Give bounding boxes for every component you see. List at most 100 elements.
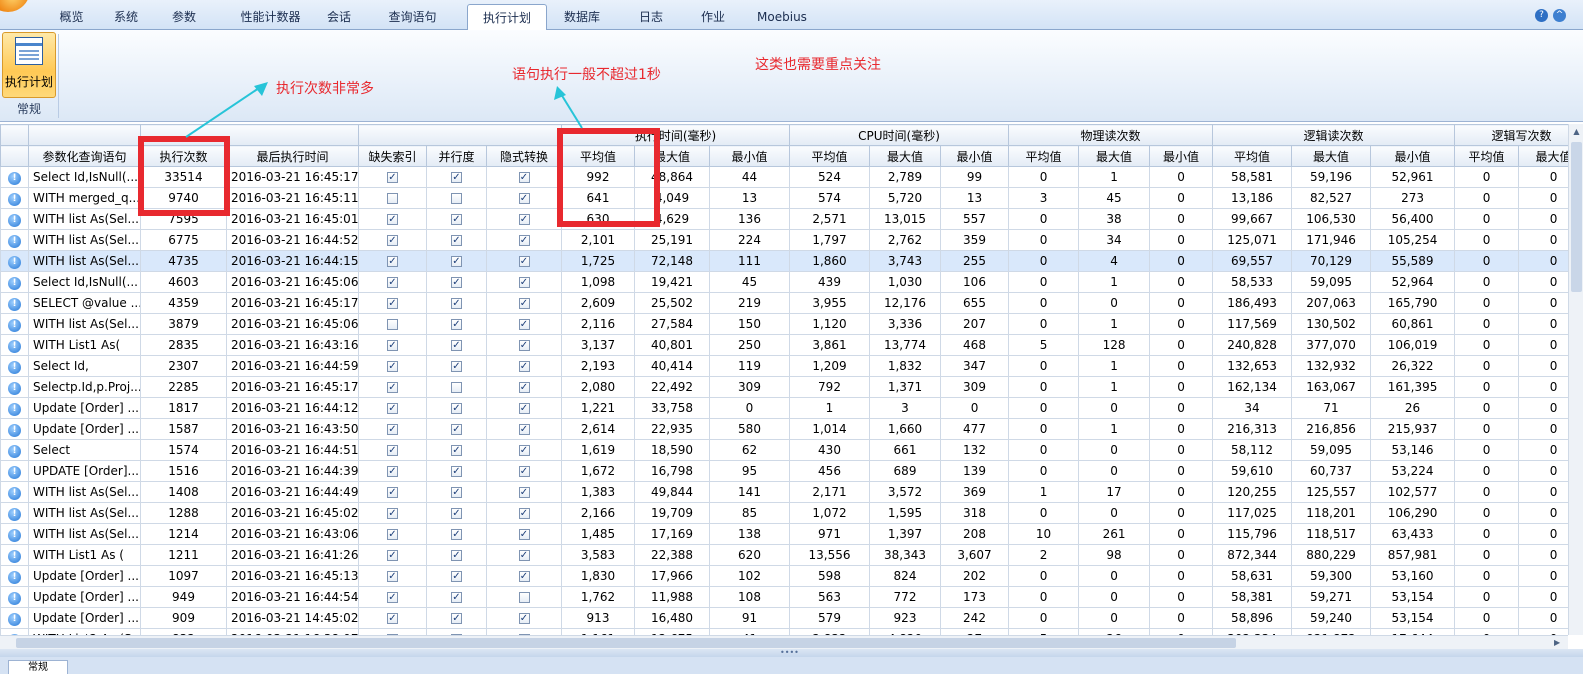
grid-cell[interactable]: 909: [140, 607, 227, 629]
checked-checkbox[interactable]: ✓: [387, 466, 398, 477]
grid-cell[interactable]: 2,609: [561, 292, 635, 314]
grid-cell[interactable]: Update [Order] ...: [28, 607, 141, 629]
tab-9[interactable]: 作业: [685, 6, 741, 30]
grid-cell[interactable]: 16,480: [634, 607, 710, 629]
grid-cell[interactable]: 53,154: [1370, 586, 1456, 608]
grid-cell[interactable]: 0: [1149, 166, 1214, 188]
checked-checkbox[interactable]: ✓: [387, 214, 398, 225]
grid-cell[interactable]: 1,072: [789, 502, 870, 524]
grid-cell[interactable]: 2285: [140, 376, 227, 398]
tab-0[interactable]: 概览: [44, 6, 99, 30]
grid-cell[interactable]: 59,240: [1291, 607, 1372, 629]
grid-cell[interactable]: 0: [1518, 397, 1568, 419]
checkbox-cell[interactable]: ✓: [486, 523, 562, 545]
grid-cell[interactable]: 17,169: [634, 523, 710, 545]
grid-cell[interactable]: 27,584: [634, 313, 710, 335]
info-icon[interactable]: !: [8, 172, 21, 185]
checkbox-cell[interactable]: ✓: [426, 544, 487, 566]
checked-checkbox[interactable]: ✓: [451, 592, 462, 603]
checkbox-cell[interactable]: ✓: [486, 313, 562, 335]
table-row[interactable]: ! WITH list As(Sel... 4735 2016-03-21 16:44…: [0, 250, 1568, 272]
grid-cell[interactable]: 0: [1454, 166, 1520, 188]
grid-cell[interactable]: 369: [939, 481, 1010, 503]
grid-cell[interactable]: 630: [561, 208, 635, 230]
grid-cell[interactable]: 574: [789, 187, 870, 209]
grid-cell[interactable]: 45: [1078, 187, 1151, 209]
grid-cell[interactable]: 824: [869, 565, 941, 587]
info-icon[interactable]: !: [8, 424, 21, 437]
grid-cell[interactable]: 1211: [140, 544, 227, 566]
column-header-13[interactable]: 最大值: [1078, 145, 1151, 167]
grid-cell[interactable]: 3,583: [561, 544, 635, 566]
grid-cell[interactable]: 240,828: [1212, 334, 1293, 356]
grid-cell[interactable]: 3,861: [789, 334, 870, 356]
grid-cell[interactable]: 0: [1518, 208, 1568, 230]
grid-cell[interactable]: 58,112: [1212, 439, 1293, 461]
table-row[interactable]: ! WITH List1 As(2835 2016-03-21 16:43:16 ✓ ✓…: [0, 334, 1568, 356]
checked-checkbox[interactable]: ✓: [451, 487, 462, 498]
grid-cell[interactable]: 0: [939, 397, 1010, 419]
grid-cell[interactable]: 118,517: [1291, 523, 1372, 545]
grid-cell[interactable]: 0: [1078, 586, 1151, 608]
grid-cell[interactable]: 3,743: [869, 250, 941, 272]
grid-cell[interactable]: WITH list As(Sel...: [28, 313, 141, 335]
checkbox-cell[interactable]: ✓: [486, 292, 562, 314]
checkbox-cell[interactable]: ✓: [486, 418, 562, 440]
grid-cell[interactable]: 0: [1518, 229, 1568, 251]
checkbox-cell[interactable]: [358, 313, 427, 335]
grid-cell[interactable]: 359: [939, 229, 1010, 251]
checkbox-cell[interactable]: ✓: [486, 229, 562, 251]
info-icon[interactable]: !: [8, 466, 21, 479]
grid-cell[interactable]: 106,019: [1370, 334, 1456, 356]
checkbox-cell[interactable]: ✓: [486, 355, 562, 377]
info-icon[interactable]: !: [8, 592, 21, 605]
grid-cell[interactable]: 99,667: [1212, 208, 1293, 230]
grid-cell[interactable]: 11,988: [634, 586, 710, 608]
grid-cell[interactable]: 207,063: [1291, 292, 1372, 314]
checked-checkbox[interactable]: ✓: [451, 550, 462, 561]
grid-cell[interactable]: 53,160: [1370, 565, 1456, 587]
column-header-9[interactable]: 平均值: [789, 145, 870, 167]
grid-cell[interactable]: 2016-03-21 16:44:54: [226, 586, 359, 608]
checkbox-cell[interactable]: ✓: [426, 355, 487, 377]
grid-cell[interactable]: 2016-03-21 16:44:49: [226, 481, 359, 503]
grid-cell[interactable]: 45: [709, 271, 790, 293]
grid-cell[interactable]: 59,271: [1291, 586, 1372, 608]
checkbox-cell[interactable]: ✓: [426, 586, 487, 608]
row-indicator[interactable]: !: [0, 166, 29, 188]
grid-cell[interactable]: 242: [939, 607, 1010, 629]
checked-checkbox[interactable]: ✓: [518, 340, 530, 351]
grid-cell[interactable]: 2,101: [561, 229, 635, 251]
checkbox-cell[interactable]: ✓: [486, 271, 562, 293]
checked-checkbox[interactable]: ✓: [518, 550, 530, 561]
grid-cell[interactable]: 130,502: [1291, 313, 1372, 335]
grid-cell[interactable]: 1: [1078, 271, 1151, 293]
tab-10[interactable]: Moebius: [741, 6, 823, 30]
checked-checkbox[interactable]: ✓: [518, 361, 530, 372]
grid-cell[interactable]: 0: [1454, 187, 1520, 209]
grid-cell[interactable]: 2016-03-21 16:43:50: [226, 418, 359, 440]
checkbox-cell[interactable]: ✓: [358, 208, 427, 230]
grid-cell[interactable]: 309: [709, 376, 790, 398]
grid-cell[interactable]: 0: [1149, 544, 1214, 566]
grid-cell[interactable]: 2,166: [561, 502, 635, 524]
checked-checkbox[interactable]: ✓: [451, 403, 462, 414]
table-row[interactable]: ! WITH list As(Sel... 7595 2016-03-21 16:45…: [0, 208, 1568, 230]
checked-checkbox[interactable]: ✓: [518, 382, 530, 393]
grid-cell[interactable]: 138: [709, 523, 790, 545]
column-header-14[interactable]: 最小值: [1149, 145, 1214, 167]
checked-checkbox[interactable]: ✓: [387, 382, 398, 393]
grid-cell[interactable]: 2,614: [561, 418, 635, 440]
info-icon[interactable]: !: [8, 550, 21, 563]
grid-cell[interactable]: 132,932: [1291, 355, 1372, 377]
checkbox-cell[interactable]: ✓: [358, 334, 427, 356]
tab-1[interactable]: 系统: [101, 6, 151, 30]
grid-cell[interactable]: 2016-03-21 16:44:59: [226, 355, 359, 377]
grid-cell[interactable]: 0: [1454, 229, 1520, 251]
row-indicator[interactable]: !: [0, 544, 29, 566]
grid-cell[interactable]: 119: [709, 355, 790, 377]
grid-cell[interactable]: 792: [789, 376, 870, 398]
grid-cell[interactable]: 60,737: [1291, 460, 1372, 482]
grid-cell[interactable]: 9740: [140, 187, 227, 209]
checked-checkbox[interactable]: ✓: [387, 172, 398, 183]
